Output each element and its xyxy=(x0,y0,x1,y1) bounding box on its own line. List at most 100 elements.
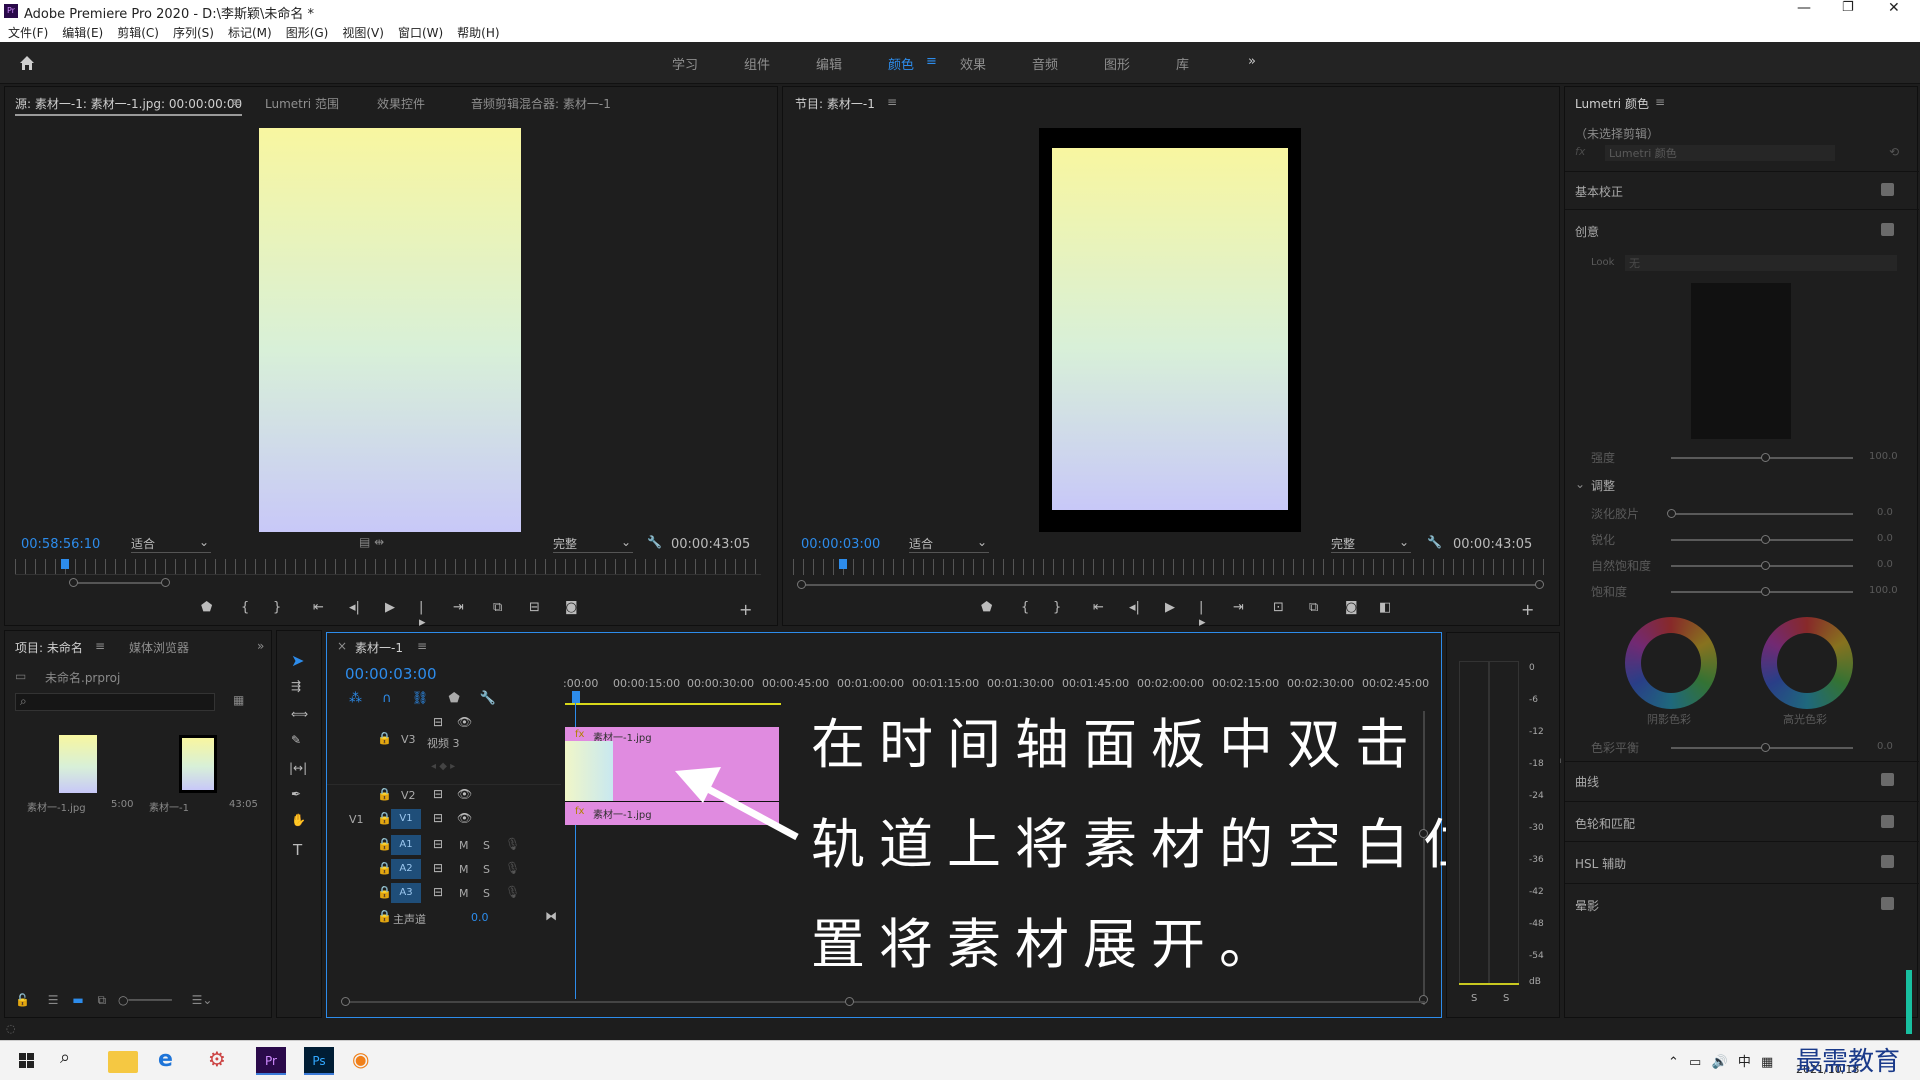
program-go-to-out-icon[interactable]: ⇥ xyxy=(1233,600,1244,615)
ws-effects[interactable]: 效果 xyxy=(960,54,986,73)
hand-tool-icon[interactable]: ✋ xyxy=(291,813,306,827)
tab-program-menu-icon[interactable]: ≡ xyxy=(887,95,897,109)
a3-mute[interactable]: M xyxy=(459,887,469,900)
menu-help[interactable]: 帮助(H) xyxy=(457,24,499,41)
source-safe-margins-icon[interactable]: ▤ ⇹ xyxy=(359,535,384,549)
pen-tool-icon[interactable]: ✒ xyxy=(291,787,301,801)
vignette-checkbox[interactable] xyxy=(1881,897,1894,910)
a2-mute[interactable]: M xyxy=(459,863,469,876)
a1-voiceover-icon[interactable]: 🎙 xyxy=(505,837,520,851)
tab-effect-controls[interactable]: 效果控件 xyxy=(377,95,425,112)
section-vignette[interactable]: 晕影 xyxy=(1575,897,1599,914)
v3-eye-icon[interactable]: 👁 xyxy=(457,715,472,729)
program-time-ruler[interactable] xyxy=(793,559,1549,575)
program-fit-dropdown[interactable]: 适合 ⌄ xyxy=(909,535,989,553)
overwrite-icon[interactable]: ⊟ xyxy=(529,600,540,615)
tab-project-menu-icon[interactable]: ≡ xyxy=(95,639,105,653)
fx-selector[interactable]: fx Lumetri 颜色 xyxy=(1575,145,1885,163)
mark-in-icon[interactable]: { xyxy=(241,600,249,615)
reset-icon[interactable]: ⟲ xyxy=(1889,145,1899,159)
adjust-chevron-icon[interactable]: ⌄ xyxy=(1575,477,1585,491)
lumetri-title[interactable]: Lumetri 颜色 xyxy=(1575,95,1649,112)
slip-tool-icon[interactable]: |↔| xyxy=(289,761,307,775)
look-dropdown[interactable]: 无 xyxy=(1625,255,1897,271)
a2-voiceover-icon[interactable]: 🎙 xyxy=(505,861,520,875)
timeline-settings-icon[interactable]: 🔧 xyxy=(480,691,496,706)
file-explorer-icon[interactable] xyxy=(108,1051,138,1073)
tab-sequence[interactable]: 素材一-1 xyxy=(355,639,403,656)
a2-solo[interactable]: S xyxy=(483,863,490,876)
intensity-slider[interactable] xyxy=(1671,453,1853,462)
ws-graphics[interactable]: 图形 xyxy=(1104,54,1130,73)
source-time-ruler[interactable] xyxy=(15,559,761,575)
vertical-scrollbar[interactable] xyxy=(1419,711,1428,1005)
hsl-secondary-checkbox[interactable] xyxy=(1881,855,1894,868)
export-frame-icon[interactable]: ◙ xyxy=(565,600,578,615)
track-select-tool-icon[interactable]: ⇶ xyxy=(291,679,301,693)
vibrance-slider[interactable] xyxy=(1671,561,1853,570)
keyboard-icon[interactable]: ▦ xyxy=(1761,1055,1773,1070)
lock-icon[interactable]: 🔓 xyxy=(15,993,30,1007)
v1-lock-icon[interactable]: 🔒 xyxy=(377,811,392,825)
project-item-2[interactable]: 素材一-1 43:05 xyxy=(139,729,258,817)
menu-file[interactable]: 文件(F) xyxy=(8,24,48,41)
v2-eye-icon[interactable]: 👁 xyxy=(457,787,472,801)
ws-audio[interactable]: 音频 xyxy=(1032,54,1058,73)
menu-graphics[interactable]: 图形(G) xyxy=(286,24,329,41)
search-taskbar-icon[interactable]: ⌕ xyxy=(60,1047,90,1075)
color-balance-value[interactable]: 0.0 xyxy=(1877,741,1893,752)
mark-out-icon[interactable]: } xyxy=(273,600,281,615)
source-playhead[interactable] xyxy=(61,559,69,569)
add-button-icon[interactable]: + xyxy=(739,600,752,619)
windows-start-icon[interactable] xyxy=(12,1047,42,1075)
home-icon[interactable] xyxy=(18,54,36,72)
section-creative[interactable]: 创意 xyxy=(1575,223,1599,240)
edge-browser-icon[interactable]: e xyxy=(158,1047,188,1075)
basic-correction-checkbox[interactable] xyxy=(1881,183,1894,196)
project-item-1[interactable]: 素材一-1.jpg 5:00 xyxy=(17,729,135,817)
program-step-back-icon[interactable]: ◂| xyxy=(1129,600,1140,615)
solo-right[interactable]: S xyxy=(1503,993,1509,1004)
step-forward-icon[interactable]: |▸ xyxy=(419,600,426,630)
program-quality-dropdown[interactable]: 完整 ⌄ xyxy=(1331,535,1411,553)
section-basic-correction[interactable]: 基本校正 xyxy=(1575,183,1623,200)
color-wheels-checkbox[interactable] xyxy=(1881,815,1894,828)
adjust-value-1[interactable]: 0.0 xyxy=(1877,533,1893,544)
step-back-icon[interactable]: ◂| xyxy=(349,600,360,615)
v2-sync-icon[interactable]: ⊟ xyxy=(433,787,443,801)
source-timecode[interactable]: 00:58:56:10 xyxy=(21,537,100,552)
program-mark-in-icon[interactable]: { xyxy=(1021,600,1029,615)
source-settings-wrench-icon[interactable]: 🔧 xyxy=(647,535,662,549)
project-search-input[interactable]: ⌕ xyxy=(15,693,215,711)
a2-target[interactable]: A2 xyxy=(391,859,421,879)
a1-solo[interactable]: S xyxy=(483,839,490,852)
work-area-bar[interactable] xyxy=(565,703,781,705)
menu-sequence[interactable]: 序列(S) xyxy=(173,24,214,41)
icon-view-icon[interactable]: ▬ xyxy=(72,993,83,1007)
color-balance-slider[interactable] xyxy=(1671,743,1853,752)
ws-libraries[interactable]: 库 xyxy=(1176,54,1189,73)
app-icon[interactable]: ⚙ xyxy=(208,1047,238,1075)
source-zoom-bar[interactable] xyxy=(69,578,170,587)
a1-mute[interactable]: M xyxy=(459,839,469,852)
a3-lock-icon[interactable]: 🔒 xyxy=(377,885,392,899)
section-hsl-secondary[interactable]: HSL 辅助 xyxy=(1575,855,1626,872)
v1-sync-icon[interactable]: ⊟ xyxy=(433,811,443,825)
premiere-taskbar-icon[interactable]: Pr xyxy=(256,1047,286,1075)
a3-target[interactable]: A3 xyxy=(391,883,421,903)
more-workspaces-icon[interactable]: » xyxy=(1248,54,1256,69)
menu-view[interactable]: 视图(V) xyxy=(342,24,384,41)
v3-lock-icon[interactable]: 🔒 xyxy=(377,731,392,745)
a1-target[interactable]: A1 xyxy=(391,835,421,855)
tab-sequence-menu-icon[interactable]: ≡ xyxy=(417,639,427,653)
master-lock-icon[interactable]: 🔒 xyxy=(377,909,392,923)
browser-app-icon[interactable]: ◉ xyxy=(352,1047,382,1075)
program-add-button-icon[interactable]: + xyxy=(1521,600,1534,619)
program-export-frame-icon[interactable]: ◙ xyxy=(1345,600,1358,615)
tray-chevron-icon[interactable]: ⌃ xyxy=(1668,1055,1679,1070)
nest-icon[interactable]: ⁂ xyxy=(349,691,362,706)
program-add-marker-icon[interactable]: ⬟ xyxy=(981,600,992,615)
creative-checkbox[interactable] xyxy=(1881,223,1894,236)
add-marker-icon[interactable]: ⬟ xyxy=(201,600,212,615)
photoshop-taskbar-icon[interactable]: Ps xyxy=(304,1047,334,1075)
